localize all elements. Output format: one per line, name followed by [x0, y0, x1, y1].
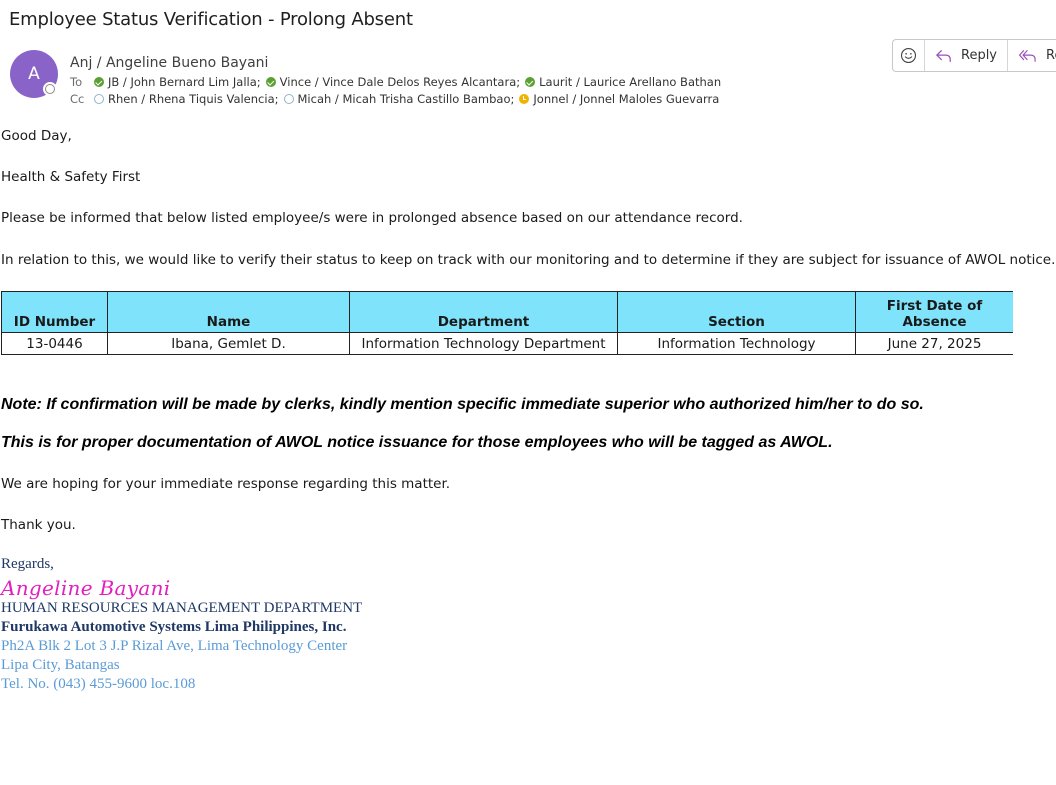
note-text: Note: If confirmation will be made by cl…: [1, 396, 924, 413]
table-cell: Information Technology: [617, 332, 856, 355]
table-cell: Information Technology Department: [349, 332, 618, 355]
recipient-name: Laurit / Laurice Arellano Bathan: [539, 75, 722, 89]
reply-all-arrow-icon: [1018, 49, 1036, 62]
cc-recipients: Cc Rhen / Rhena Tiquis Valencia; Micah /…: [70, 92, 724, 106]
smiley-icon: [900, 47, 917, 64]
reply-all-label: Rep: [1046, 48, 1056, 63]
recipient-name: Rhen / Rhena Tiquis Valencia;: [108, 92, 279, 106]
signature-department: HUMAN RESOURCES MANAGEMENT DEPARTMENT: [1, 600, 363, 616]
table-header-row: ID Number Name Department Section First …: [1, 291, 1013, 333]
to-label: To: [70, 75, 83, 89]
closing-text: Thank you.: [1, 517, 76, 533]
recipient-name: Jonnel / Jonnel Maloles Guevarra: [533, 92, 720, 106]
available-status-icon: [265, 77, 276, 87]
signature-regards: Regards,: [1, 556, 54, 572]
recipient-name: Micah / Micah Trisha Castillo Bambao;: [297, 92, 515, 106]
recipient[interactable]: Micah / Micah Trisha Castillo Bambao;: [283, 92, 515, 106]
signature-address: Lipa City, Batangas: [1, 657, 120, 673]
reply-button[interactable]: Reply: [925, 40, 1009, 71]
column-header: ID Number: [1, 291, 108, 333]
absent-employee-table: ID Number Name Department Section First …: [1, 291, 1013, 355]
table-cell: 13-0446: [1, 332, 108, 355]
signature-company: Furukawa Automotive Systems Lima Philipp…: [1, 619, 347, 635]
avatar-initial: A: [28, 64, 40, 84]
presence-status-icon: [45, 84, 55, 94]
body-paragraph: We are hoping for your immediate respons…: [1, 476, 451, 492]
away-status-icon: [519, 94, 530, 104]
available-status-icon: [94, 77, 104, 87]
signature-phone: Tel. No. (043) 455-9600 loc.108: [1, 676, 196, 692]
sender-name[interactable]: Anj / Angeline Bueno Bayani: [70, 55, 268, 71]
offline-status-icon: [94, 94, 104, 104]
emoji-reaction-button[interactable]: [893, 40, 925, 71]
cc-label: Cc: [70, 92, 85, 106]
table-cell: Ibana, Gemlet D.: [107, 332, 350, 355]
email-subject: Employee Status Verification - Prolong A…: [9, 9, 413, 30]
column-header: Name: [107, 291, 350, 333]
recipient[interactable]: Jonnel / Jonnel Maloles Guevarra: [519, 92, 719, 106]
recipient[interactable]: JB / John Bernard Lim Jalla;: [94, 75, 261, 89]
reply-all-button[interactable]: Rep: [1008, 40, 1056, 71]
table-row: 13-0446 Ibana, Gemlet D. Information Tec…: [1, 332, 1013, 355]
message-actions: Reply Rep: [892, 39, 1056, 72]
reply-arrow-icon: [936, 49, 951, 62]
signature-address: Ph2A Blk 2 Lot 3 J.P Rizal Ave, Lima Tec…: [1, 638, 348, 654]
offline-status-icon: [283, 94, 294, 104]
note-text: This is for proper documentation of AWOL…: [1, 434, 833, 451]
column-header: First Date of Absence: [855, 291, 1013, 333]
table-cell: June 27, 2025: [855, 332, 1013, 355]
to-recipients: To JB / John Bernard Lim Jalla; Vince / …: [70, 75, 726, 89]
recipient[interactable]: Laurit / Laurice Arellano Bathan: [525, 75, 721, 89]
recipient[interactable]: Rhen / Rhena Tiquis Valencia;: [94, 92, 279, 106]
body-paragraph: Health & Safety First: [1, 169, 141, 185]
body-paragraph: In relation to this, we would like to ve…: [1, 252, 1056, 268]
reply-label: Reply: [961, 48, 998, 63]
greeting-text: Good Day,: [1, 128, 72, 144]
recipient-name: JB / John Bernard Lim Jalla;: [108, 75, 261, 89]
column-header: Department: [349, 291, 618, 333]
signature-name: Angeline Bayani: [1, 576, 171, 600]
recipient[interactable]: Vince / Vince Dale Delos Reyes Alcantara…: [265, 75, 521, 89]
available-status-icon: [525, 77, 536, 87]
recipient-name: Vince / Vince Dale Delos Reyes Alcantara…: [279, 75, 521, 89]
body-paragraph: Please be informed that below listed emp…: [1, 210, 743, 226]
column-header: Section: [617, 291, 856, 333]
